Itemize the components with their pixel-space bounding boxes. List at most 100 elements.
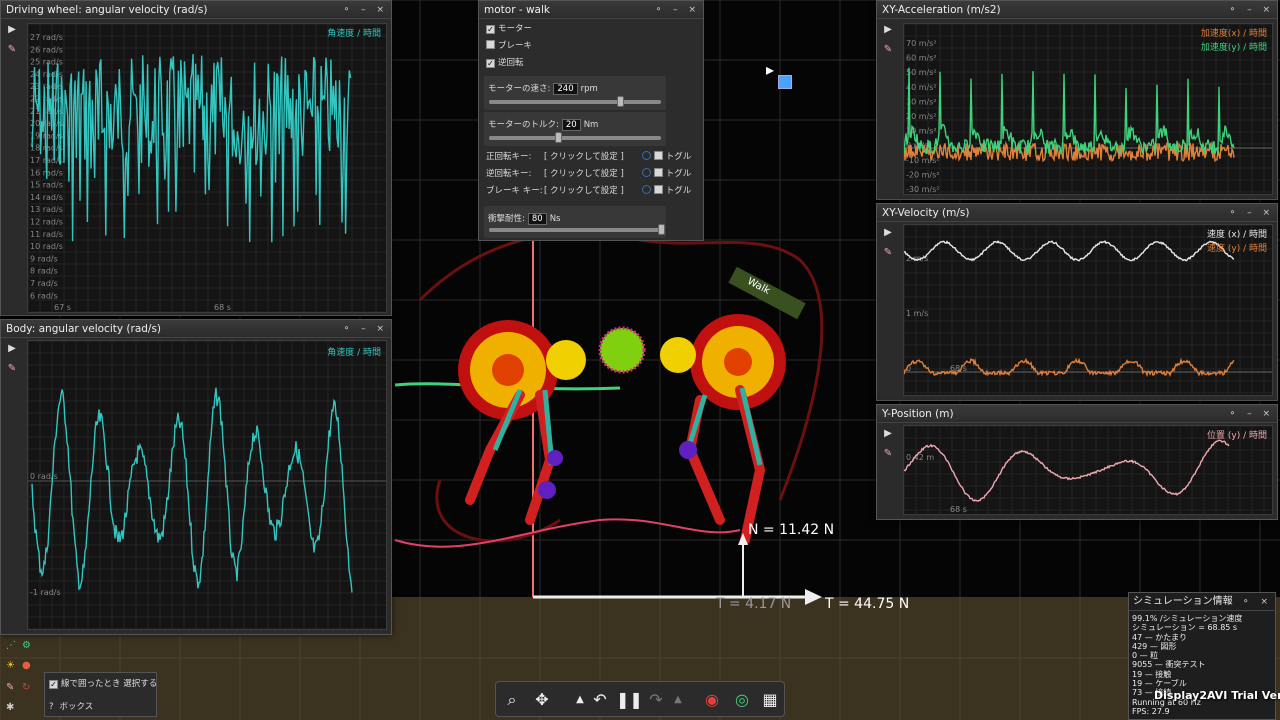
pencil-icon[interactable]: ✎ xyxy=(879,244,897,262)
simulation-canvas[interactable]: Walk N = 11.42 NT = 4.17 NT = 44.75 N ▸ D… xyxy=(0,0,1280,720)
sim-info-line: FPS: 27.9 xyxy=(1132,706,1170,716)
camera-icon[interactable]: ◎ xyxy=(730,688,754,712)
y-tick-label: 8 rad/s xyxy=(30,267,58,276)
settings-icon[interactable]: ✱ xyxy=(6,702,14,713)
ball-icon[interactable]: ● xyxy=(22,660,31,671)
y-tick-label: 50 m/s² xyxy=(906,68,937,77)
selection-square xyxy=(778,75,792,89)
y-tick-label: 19 rad/s xyxy=(30,131,63,140)
y-tick-label: 9 rad/s xyxy=(30,254,58,263)
motor-checkbox-1[interactable]: ブレーキ xyxy=(486,40,532,52)
drive-gear xyxy=(598,326,646,374)
impulse-unit: Ns xyxy=(549,214,561,224)
redo-icon[interactable]: ↷ xyxy=(644,688,668,712)
y-tick-label: 10 rad/s xyxy=(30,242,63,251)
zoom-icon[interactable]: ⌕ xyxy=(500,688,524,712)
toggle-checkbox[interactable] xyxy=(653,185,663,194)
checkbox-icon: ✓ xyxy=(486,25,495,34)
toggle-checkbox[interactable] xyxy=(653,168,663,177)
panel-window-controls[interactable]: ⚬ – × xyxy=(655,1,700,19)
panel-title: Body: angular velocity (rad/s) xyxy=(1,320,391,338)
key-label: ブレーキ キー: xyxy=(486,186,543,196)
box-select-label: ボックス xyxy=(59,702,94,712)
gear-icon[interactable]: ⚙ xyxy=(22,640,31,651)
body-angular-velocity-panel: Body: angular velocity (rad/s) ⚬ – × ▶ ✎… xyxy=(0,319,392,635)
panel-window-controls[interactable]: ⚬ – × xyxy=(343,320,388,338)
y-tick-label: -20 m/s² xyxy=(906,170,939,179)
speed-slider[interactable] xyxy=(489,96,661,107)
panel-window-controls[interactable]: ⚬ – × xyxy=(343,1,388,19)
y-tick-label: 0.42 m xyxy=(906,453,934,462)
sim-info-line: 19 — ケーブル xyxy=(1132,679,1187,689)
legend-item: 加速度(y) / 時間 xyxy=(1200,43,1267,53)
y-tick-label: -1 rad/s xyxy=(30,588,61,597)
pencil-icon[interactable]: ✎ xyxy=(879,445,897,463)
set-key-button[interactable]: [ クリックして設定 ] xyxy=(544,151,642,163)
panel-window-controls[interactable]: ⚬ – × xyxy=(1229,1,1274,19)
body-plot: 0 rad/s -1 rad/s 角速度 / 時間 xyxy=(27,340,387,630)
move-icon[interactable]: ✥ xyxy=(530,688,554,712)
checkbox-label: 逆回転 xyxy=(498,58,524,68)
pen-icon[interactable]: ✎ xyxy=(6,682,14,693)
pencil-icon[interactable]: ✎ xyxy=(3,360,21,378)
set-key-button[interactable]: [ クリックして設定 ] xyxy=(544,185,642,197)
pause-icon[interactable]: ❚❚ xyxy=(616,688,643,712)
sun-icon[interactable]: ☀ xyxy=(6,660,15,671)
xy-acceleration-panel: XY-Acceleration (m/s2) ⚬ – × ▶ ✎ 70 m/s²… xyxy=(876,0,1278,200)
sim-info-line: シミュレーション = 68.85 s xyxy=(1132,623,1238,633)
play-icon[interactable]: ▶ xyxy=(3,21,21,39)
play-icon[interactable]: ▶ xyxy=(3,340,21,358)
impulse-slider[interactable] xyxy=(489,224,665,235)
undo-icon[interactable]: ↶ xyxy=(588,688,612,712)
circle-icon[interactable] xyxy=(642,185,651,194)
legend-item: 角速度 / 時間 xyxy=(327,29,381,39)
toggle-checkbox[interactable] xyxy=(653,151,663,160)
menu-up-icon-2[interactable]: ▲ xyxy=(666,688,690,712)
toggle-label: トグル xyxy=(665,186,692,196)
panel-window-controls[interactable]: ⚬ – × xyxy=(1229,204,1274,222)
panel-title: XY-Acceleration (m/s2) xyxy=(877,1,1277,19)
play-icon[interactable]: ▶ xyxy=(879,224,897,242)
box-select-option[interactable]: ? ボックス xyxy=(49,700,93,712)
y-tick-label: 27 rad/s xyxy=(30,33,63,42)
torque-unit: Nm xyxy=(583,120,599,130)
rotate-icon[interactable]: ↻ xyxy=(22,682,30,693)
tension-force-label: T = 44.75 N xyxy=(824,596,909,612)
impulse-slider-thumb[interactable] xyxy=(658,224,665,235)
grid-icon[interactable]: ▦ xyxy=(758,688,782,712)
torque-slider-thumb[interactable] xyxy=(554,132,562,143)
sim-info-line: 19 — 接触 xyxy=(1132,669,1172,679)
panel-window-controls[interactable]: ⚬ × xyxy=(1242,593,1272,611)
impulse-input[interactable]: 80 xyxy=(527,213,547,225)
play-icon[interactable]: ▶ xyxy=(879,21,897,39)
select-by-lasso-label: 線で囲ったとき 選択する xyxy=(61,679,158,689)
motor-checkbox-2[interactable]: ✓ 逆回転 xyxy=(486,57,524,69)
speed-input[interactable]: 240 xyxy=(553,83,578,95)
motor-checkbox-0[interactable]: ✓ モーター xyxy=(486,23,532,35)
set-key-button[interactable]: [ クリックして設定 ] xyxy=(544,168,642,180)
torque-slider[interactable] xyxy=(489,132,661,143)
y-tick-label: 12 rad/s xyxy=(30,218,63,227)
select-by-lasso-checkbox[interactable]: ✓ 線で囲ったとき 選択する xyxy=(49,677,157,689)
y-tick-label: 20 m/s² xyxy=(906,112,937,121)
panel-window-controls[interactable]: ⚬ – × xyxy=(1229,405,1274,423)
play-icon[interactable]: ▶ xyxy=(879,425,897,443)
pencil-icon[interactable]: ✎ xyxy=(3,41,21,59)
circle-icon[interactable] xyxy=(642,168,651,177)
speed-unit: rpm xyxy=(580,84,598,94)
y-tick-label: -30 m/s² xyxy=(906,185,939,194)
speed-slider-thumb[interactable] xyxy=(616,96,624,107)
circle-icon[interactable] xyxy=(642,151,651,160)
key-binding-row: 逆回転キー: [ クリックして設定 ] トグル xyxy=(486,168,691,180)
driving-wheel-plot: 27 rad/s 26 rad/s 25 rad/s 24 rad/s 23 rad/s… xyxy=(27,23,387,313)
impulse-label: 衝撃耐性: xyxy=(488,214,525,224)
motor-speed-group: モーターの速さ: 240 rpm xyxy=(484,76,666,110)
left-tool-icons: ⋰ ⚙ ☀ ● ✎ ↻ ✱ xyxy=(2,636,42,720)
pencil-icon[interactable]: ✎ xyxy=(879,41,897,59)
y-tick-label: 15 rad/s xyxy=(30,181,63,190)
connect-icon[interactable]: ⋰ xyxy=(6,640,16,651)
torque-input[interactable]: 20 xyxy=(561,119,581,131)
record-icon[interactable]: ◉ xyxy=(700,688,724,712)
motor-torque-group: モーターのトルク: 20 Nm xyxy=(484,112,666,146)
gear-front xyxy=(660,337,696,373)
